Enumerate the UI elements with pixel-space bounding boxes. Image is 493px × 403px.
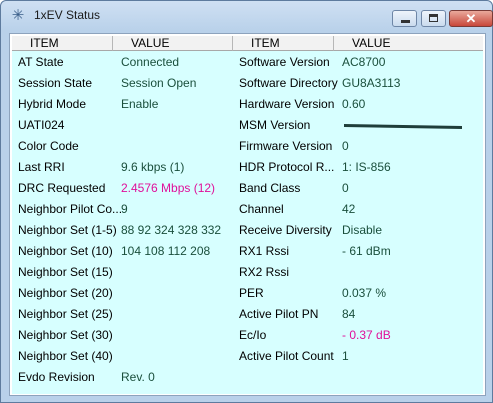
right-item-value: 1 xyxy=(342,349,349,363)
right-item-value xyxy=(342,263,482,281)
right-item-label: HDR Protocol R... xyxy=(239,160,335,174)
left-item-value: Rev. 0 xyxy=(121,370,155,384)
left-item-value xyxy=(121,326,233,344)
close-button[interactable]: ✕ xyxy=(449,10,493,27)
title-bar[interactable]: ✳ 1xEV Status ✕ xyxy=(1,1,493,31)
left-item-value: 88 92 324 328 332 xyxy=(121,223,222,237)
right-item-label: RX2 Rssi xyxy=(239,265,290,279)
column-header-value[interactable]: VALUE xyxy=(113,36,233,51)
left-item-value xyxy=(121,137,233,155)
right-item-value xyxy=(342,368,482,386)
left-item-value: 2.4576 Mbps (12) xyxy=(121,181,216,195)
right-item-label: MSM Version xyxy=(239,118,311,132)
left-item-value xyxy=(121,263,233,281)
right-item-value: - 61 dBm xyxy=(342,244,391,258)
right-item-label: Firmware Version xyxy=(239,139,333,153)
left-item-label: Neighbor Set (10) xyxy=(18,244,113,258)
left-item-label: Neighbor Pilot Co... xyxy=(18,202,123,216)
list-view[interactable]: ITEM VALUE ITEM VALUE AT State Connected S… xyxy=(9,33,486,396)
left-item-label: Neighbor Set (1-5) xyxy=(18,223,117,237)
right-item-label xyxy=(239,368,339,386)
minimize-icon xyxy=(401,20,410,23)
left-item-label: Neighbor Set (30) xyxy=(18,328,113,342)
asterisk-icon: ✳ xyxy=(11,7,25,24)
left-item-label: Neighbor Set (25) xyxy=(18,307,113,321)
status-window: ✳ 1xEV Status ✕ ITEM VALUE ITEM VALUE AT… xyxy=(0,0,493,403)
status-table: ITEM VALUE ITEM VALUE AT State Connected S… xyxy=(12,36,483,394)
right-item-value: GU8A3113 xyxy=(342,76,401,90)
right-item-value: 1: IS-856 xyxy=(342,160,391,174)
right-item-value: 42 xyxy=(342,202,356,216)
left-item-label: Evdo Revision xyxy=(18,370,95,384)
left-item-value: 104 108 112 208 xyxy=(121,244,211,258)
right-item-label: RX1 Rssi xyxy=(239,244,290,258)
right-item-label: Software Directory xyxy=(239,76,338,90)
right-item-label: Receive Diversity xyxy=(239,223,332,237)
left-item-value: Session Open xyxy=(121,76,197,90)
left-item-value: Connected xyxy=(121,55,180,69)
redaction-mark xyxy=(344,124,462,129)
right-item-label: Band Class xyxy=(239,181,301,195)
left-item-label: DRC Requested xyxy=(18,181,106,195)
left-item-value xyxy=(121,305,233,323)
right-item-value: Disable xyxy=(342,223,383,237)
right-item-label: Active Pilot PN xyxy=(239,307,319,321)
left-item-value xyxy=(121,284,233,302)
left-item-label: Neighbor Set (40) xyxy=(18,349,113,363)
left-item-value: 9.6 kbps (1) xyxy=(121,160,185,174)
right-item-label: Hardware Version xyxy=(239,97,335,111)
close-icon: ✕ xyxy=(465,11,477,26)
left-item-value: 9 xyxy=(121,202,128,216)
left-item-label: AT State xyxy=(18,55,64,69)
minimize-button[interactable] xyxy=(392,10,417,27)
right-item-value: - 0.37 dB xyxy=(342,328,391,342)
column-header-item[interactable]: ITEM xyxy=(12,36,113,51)
right-item-value: 0.60 xyxy=(342,97,366,111)
left-item-value xyxy=(121,347,233,365)
left-item-value xyxy=(121,116,233,134)
right-item-value: 0 xyxy=(342,139,349,153)
right-item-value: 0 xyxy=(342,181,349,195)
left-item-label: Color Code xyxy=(18,139,79,153)
right-item-label: Active Pilot Count xyxy=(239,349,334,363)
left-item-label: Hybrid Mode xyxy=(18,97,87,111)
left-item-label: Session State xyxy=(18,76,93,90)
right-item-value: 0.037 % xyxy=(342,286,387,300)
right-item-label: PER xyxy=(239,286,264,300)
left-item-value: Enable xyxy=(121,97,159,111)
right-item-label: Channel xyxy=(239,202,284,216)
left-item-label: Last RRI xyxy=(18,160,65,174)
window-title: 1xEV Status xyxy=(34,8,101,22)
right-item-value: 84 xyxy=(342,307,356,321)
right-item-value: AC8700 xyxy=(342,55,386,69)
maximize-icon xyxy=(429,14,438,22)
column-header-item-2[interactable]: ITEM xyxy=(233,36,334,51)
maximize-button[interactable] xyxy=(421,10,446,27)
left-item-label: Neighbor Set (20) xyxy=(18,286,113,300)
left-item-label: Neighbor Set (15) xyxy=(18,265,113,279)
right-item-label: Software Version xyxy=(239,55,330,69)
redacted-value xyxy=(342,116,482,134)
left-item-label: UATI024 xyxy=(18,118,65,132)
column-header-value-2[interactable]: VALUE xyxy=(334,36,483,51)
right-item-label: Ec/Io xyxy=(239,328,267,342)
